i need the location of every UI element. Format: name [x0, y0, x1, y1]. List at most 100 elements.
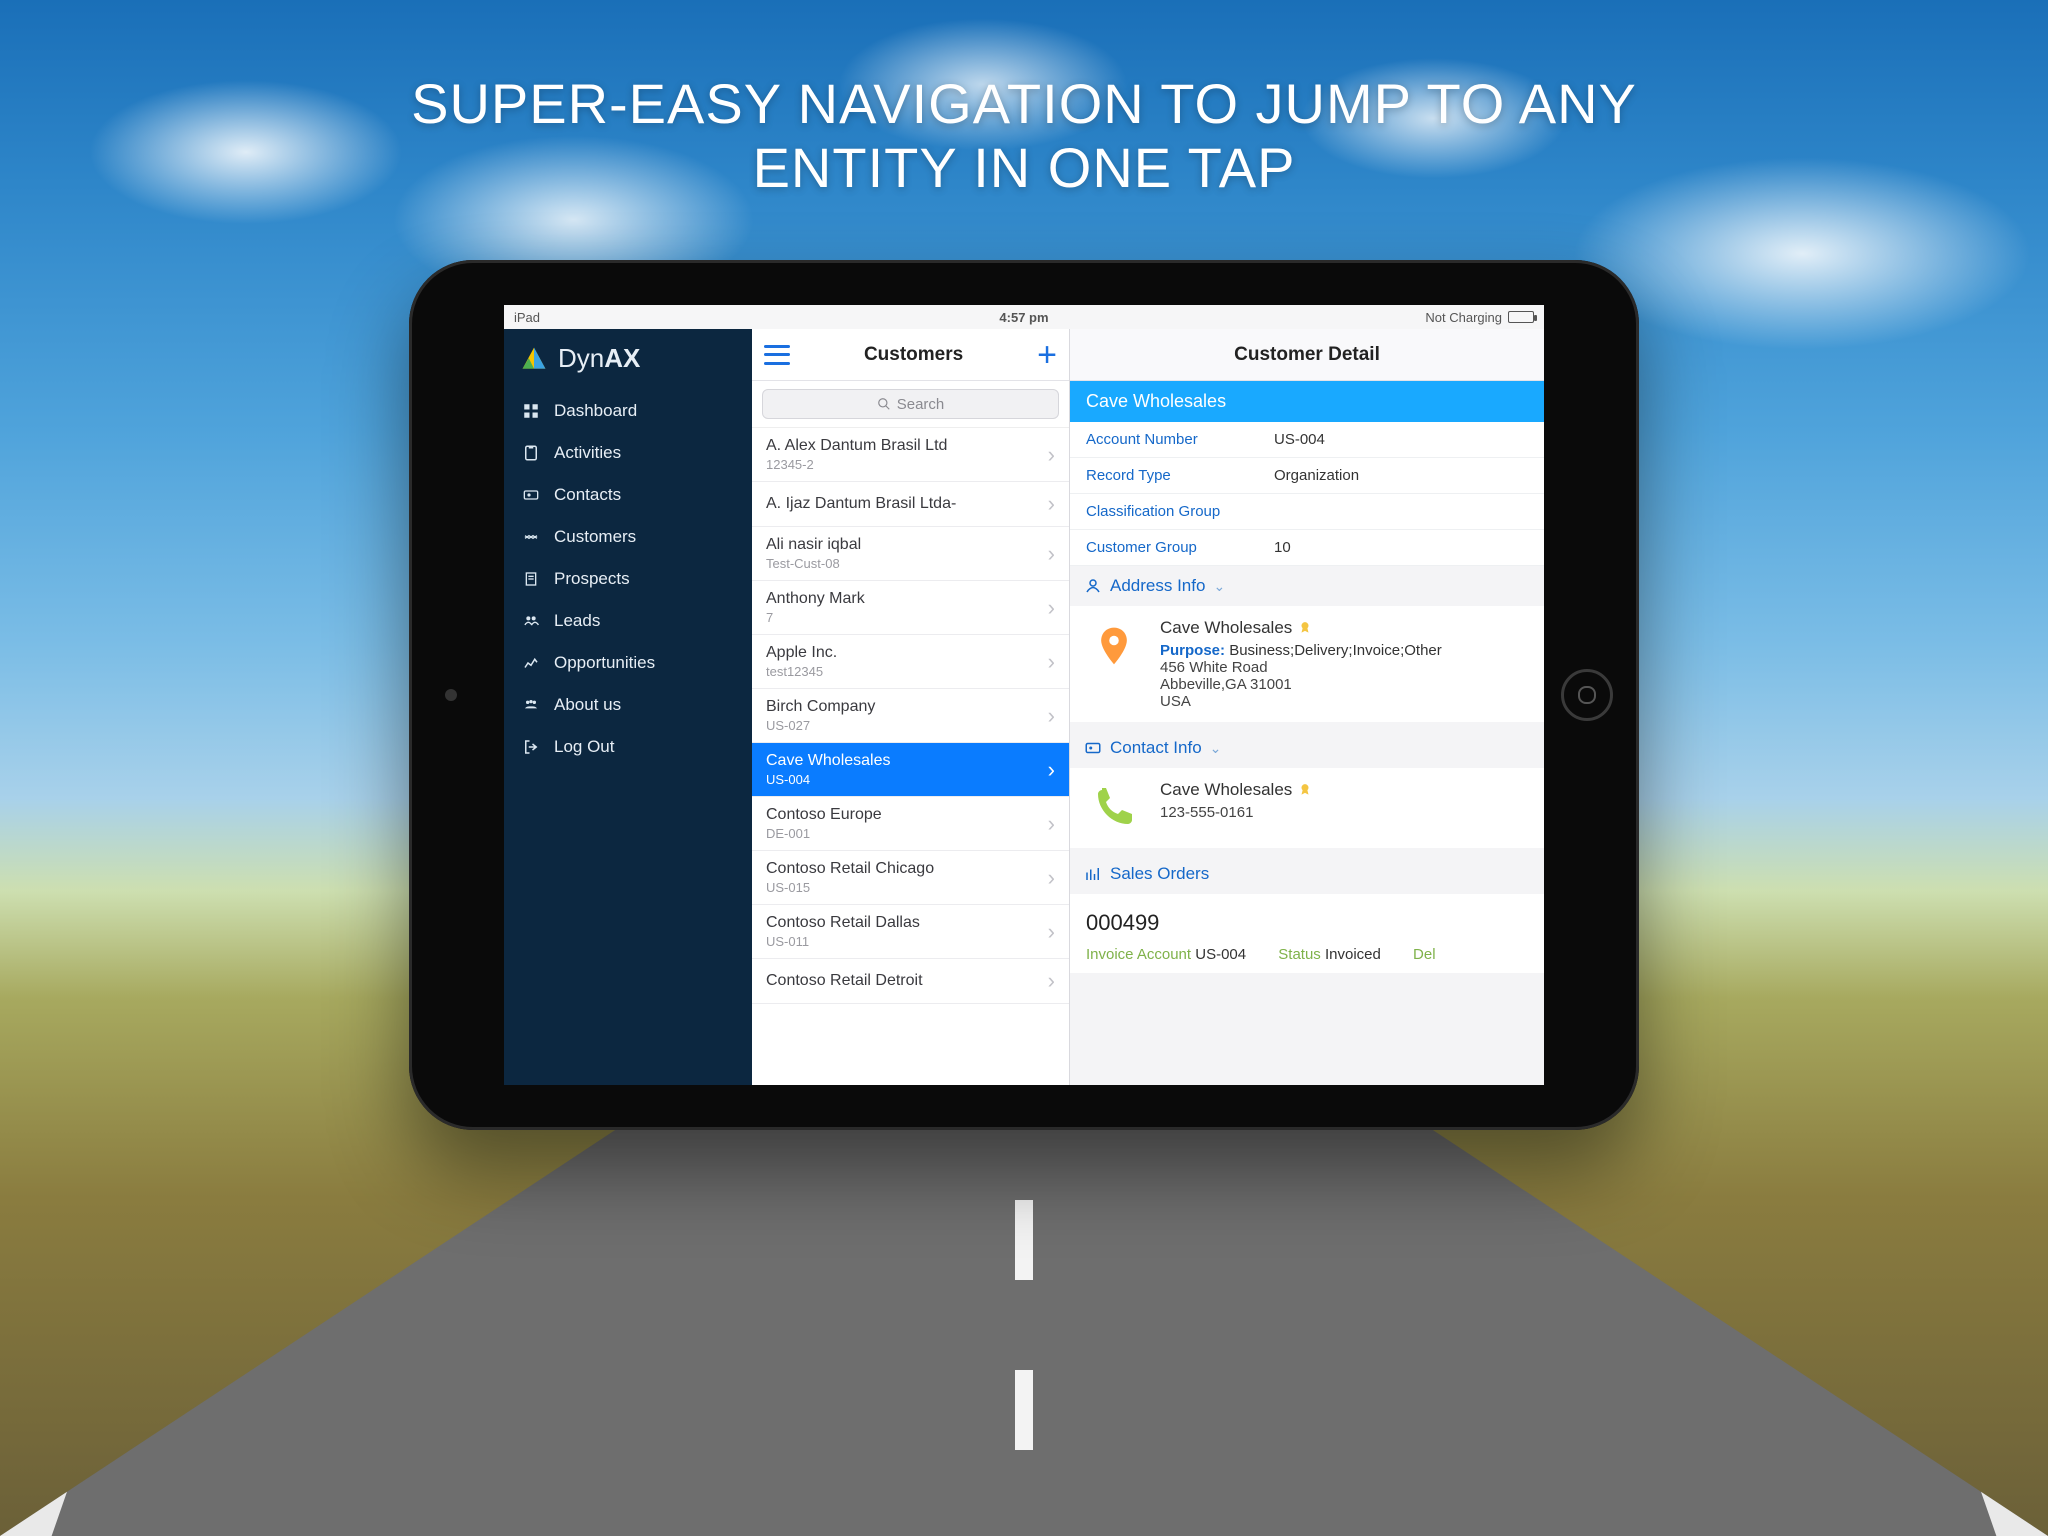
brand-logo-icon	[520, 345, 548, 373]
field-value: Organization	[1274, 467, 1359, 484]
menu-icon[interactable]	[764, 345, 790, 365]
address-section-header[interactable]: Address Info ⌄	[1070, 566, 1544, 606]
search-input[interactable]: Search	[762, 389, 1059, 419]
detail-field: Record Type Organization	[1070, 458, 1544, 494]
sidebar-item-leads[interactable]: Leads	[504, 600, 752, 642]
row-subtitle: US-004	[766, 772, 891, 787]
map-pin-icon	[1086, 618, 1142, 674]
chevron-down-icon: ⌄	[1213, 578, 1225, 595]
row-title: Contoso Europe	[766, 806, 882, 824]
sidebar-item-label: Contacts	[554, 485, 621, 505]
row-subtitle: DE-001	[766, 826, 882, 841]
chart-icon	[1084, 865, 1102, 883]
field-value: US-004	[1274, 431, 1325, 448]
row-title: A. Ijaz Dantum Brasil Ltda-	[766, 495, 956, 513]
detail-field: Account Number US-004	[1070, 422, 1544, 458]
contact-card[interactable]: Cave Wholesales 123-555-0161	[1070, 768, 1544, 848]
sidebar-item-label: Activities	[554, 443, 621, 463]
chevron-down-icon: ⌄	[1210, 740, 1222, 757]
field-label: Classification Group	[1086, 503, 1256, 520]
row-subtitle: 12345-2	[766, 457, 947, 472]
detail-column: Customer Detail Cave Wholesales Account …	[1070, 329, 1544, 1085]
prospects-icon	[520, 568, 542, 590]
sidebar-item-prospects[interactable]: Prospects	[504, 558, 752, 600]
sidebar-item-about-us[interactable]: About us	[504, 684, 752, 726]
list-row[interactable]: Contoso Retail DallasUS-011›	[752, 905, 1069, 959]
id-card-icon	[1084, 739, 1102, 757]
list-row[interactable]: Contoso Retail Chicago US-015 ›	[752, 851, 1069, 905]
sidebar-item-contacts[interactable]: Contacts	[504, 474, 752, 516]
list-row[interactable]: Birch CompanyUS-027›	[752, 689, 1069, 743]
list-row[interactable]: Anthony Mark7›	[752, 581, 1069, 635]
list-row[interactable]: A. Ijaz Dantum Brasil Ltda- ›	[752, 482, 1069, 527]
sidebar-item-activities[interactable]: Activities	[504, 432, 752, 474]
ipad-home-button[interactable]	[1561, 669, 1613, 721]
detail-field: Classification Group	[1070, 494, 1544, 530]
sales-order-card[interactable]: 000499 Invoice Account US-004 Status Inv…	[1070, 894, 1544, 973]
list-row[interactable]: Contoso Europe DE-001 ›	[752, 797, 1069, 851]
sales-order-number: 000499	[1086, 910, 1528, 936]
search-icon	[877, 397, 891, 411]
row-subtitle: US-011	[766, 934, 920, 949]
field-label: Record Type	[1086, 467, 1256, 484]
contacts-icon	[520, 484, 542, 506]
row-title: Cave Wholesales	[766, 752, 891, 770]
phone-icon	[1086, 780, 1142, 836]
log-out-icon	[520, 736, 542, 758]
customer-name-bar: Cave Wholesales	[1070, 381, 1544, 422]
row-title: Apple Inc.	[766, 644, 837, 662]
dashboard-icon	[520, 400, 542, 422]
contact-phone: 123-555-0161	[1160, 804, 1312, 821]
field-value: 10	[1274, 539, 1291, 556]
sidebar: DynAX DashboardActivitiesContactsCustome…	[504, 329, 752, 1085]
chevron-right-icon: ›	[1048, 865, 1055, 891]
row-title: A. Alex Dantum Brasil Ltd	[766, 437, 947, 455]
sidebar-item-label: Log Out	[554, 737, 615, 757]
chevron-right-icon: ›	[1048, 649, 1055, 675]
sidebar-item-log-out[interactable]: Log Out	[504, 726, 752, 768]
about-us-icon	[520, 694, 542, 716]
sidebar-item-label: Dashboard	[554, 401, 637, 421]
status-bar: iPad 4:57 pm Not Charging	[504, 305, 1544, 329]
row-title: Contoso Retail Chicago	[766, 860, 934, 878]
contact-section-header[interactable]: Contact Info ⌄	[1070, 728, 1544, 768]
opportunities-icon	[520, 652, 542, 674]
list-row[interactable]: A. Alex Dantum Brasil Ltd 12345-2 ›	[752, 428, 1069, 482]
leads-icon	[520, 610, 542, 632]
row-subtitle: US-015	[766, 880, 934, 895]
customers-icon	[520, 526, 542, 548]
chevron-right-icon: ›	[1048, 491, 1055, 517]
list-row[interactable]: Contoso Retail Detroit›	[752, 959, 1069, 1004]
sales-section-header[interactable]: Sales Orders	[1070, 854, 1544, 894]
row-subtitle: test12345	[766, 664, 837, 679]
ipad-frame: iPad 4:57 pm Not Charging DynAX Da	[409, 260, 1639, 1130]
sidebar-item-opportunities[interactable]: Opportunities	[504, 642, 752, 684]
chevron-right-icon: ›	[1048, 968, 1055, 994]
list-title: Customers	[864, 344, 963, 366]
activities-icon	[520, 442, 542, 464]
row-subtitle: Test-Cust-08	[766, 556, 861, 571]
sidebar-item-label: Prospects	[554, 569, 630, 589]
row-subtitle: US-027	[766, 718, 875, 733]
search-placeholder: Search	[897, 396, 945, 413]
status-time: 4:57 pm	[504, 310, 1544, 325]
field-label: Account Number	[1086, 431, 1256, 448]
address-card[interactable]: Cave Wholesales Purpose: Business;Delive…	[1070, 606, 1544, 722]
list-row[interactable]: Cave WholesalesUS-004›	[752, 743, 1069, 797]
customer-list-column: Customers + Search A. Alex Dantum Brasil…	[752, 329, 1070, 1085]
sidebar-item-label: Leads	[554, 611, 600, 631]
row-title: Contoso Retail Dallas	[766, 914, 920, 932]
sidebar-item-label: About us	[554, 695, 621, 715]
chevron-right-icon: ›	[1048, 811, 1055, 837]
row-title: Birch Company	[766, 698, 875, 716]
add-button[interactable]: +	[1037, 345, 1057, 365]
chevron-right-icon: ›	[1048, 595, 1055, 621]
row-subtitle: 7	[766, 610, 865, 625]
list-row[interactable]: Ali nasir iqbalTest-Cust-08›	[752, 527, 1069, 581]
list-row[interactable]: Apple Inc. test12345 ›	[752, 635, 1069, 689]
chevron-right-icon: ›	[1048, 442, 1055, 468]
contact-title: Cave Wholesales	[1160, 780, 1292, 800]
sidebar-item-dashboard[interactable]: Dashboard	[504, 390, 752, 432]
detail-field: Customer Group10	[1070, 530, 1544, 566]
sidebar-item-customers[interactable]: Customers	[504, 516, 752, 558]
